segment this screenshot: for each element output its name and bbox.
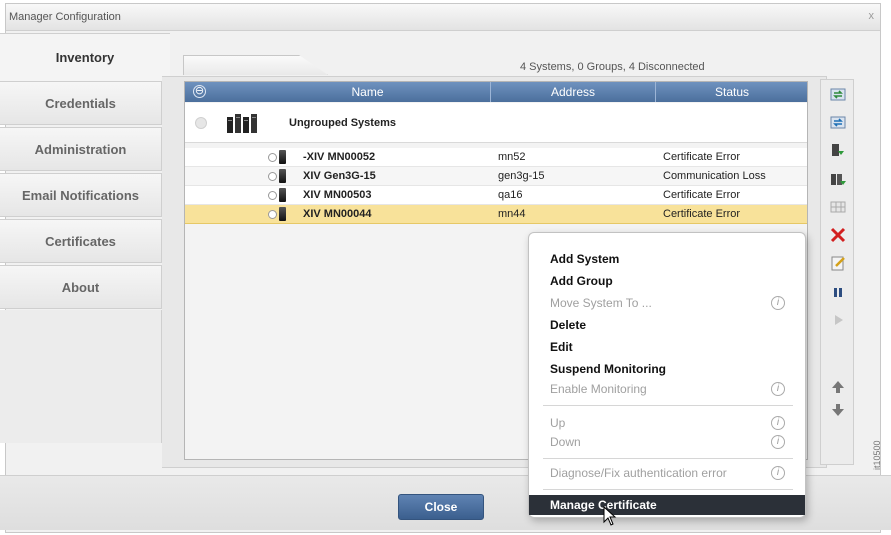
action-toolbar — [820, 79, 854, 465]
menu-item-edit[interactable]: Edit — [529, 337, 805, 357]
menu-item-label: Diagnose/Fix authentication error — [550, 466, 727, 480]
nav-item-certificates[interactable]: Certificates — [0, 219, 162, 263]
menu-item-down: Down i — [529, 432, 805, 452]
collapse-all-icon[interactable]: ⊖ — [193, 85, 206, 98]
group-label: Ungrouped Systems — [289, 117, 396, 129]
menu-item-label: Edit — [550, 340, 573, 354]
row-radio[interactable] — [268, 153, 277, 162]
cell-address: mn44 — [498, 208, 526, 220]
menu-item-diagnose-fix-auth: Diagnose/Fix authentication error i — [529, 463, 805, 483]
group-select-radio[interactable] — [195, 117, 207, 129]
menu-item-label: Enable Monitoring — [550, 382, 647, 396]
info-icon: i — [771, 296, 785, 310]
row-radio[interactable] — [268, 191, 277, 200]
cell-name: XIV MN00503 — [303, 189, 372, 201]
nav-item-inventory[interactable]: Inventory — [0, 33, 170, 81]
cell-status: Certificate Error — [663, 208, 741, 220]
cell-name: -XIV MN00052 — [303, 151, 376, 163]
menu-item-label: Add System — [550, 252, 620, 266]
nav-item-label: Credentials — [45, 95, 116, 111]
refresh-icon[interactable] — [828, 84, 848, 104]
info-icon: i — [771, 466, 785, 480]
table-row[interactable]: XIV MN00503 qa16 Certificate Error — [185, 186, 807, 205]
menu-item-suspend-monitoring[interactable]: Suspend Monitoring — [529, 359, 805, 379]
cell-status: Communication Loss — [663, 170, 766, 182]
storage-system-icon — [279, 188, 286, 202]
menu-separator — [543, 489, 793, 490]
table-header: ⊖ Name Address Status — [185, 82, 807, 102]
info-icon: i — [771, 382, 785, 396]
info-icon: i — [771, 435, 785, 449]
table-row-selected[interactable]: XIV MN00044 mn44 Certificate Error — [185, 205, 807, 224]
cell-name: XIV MN00044 — [303, 208, 372, 220]
up-arrow-icon[interactable] — [828, 377, 848, 397]
menu-item-label: Delete — [550, 318, 587, 332]
server-group-icon — [227, 114, 257, 133]
cell-status: Certificate Error — [663, 151, 741, 163]
table-row[interactable]: XIV Gen3G-15 gen3g-15 Communication Loss — [185, 167, 807, 186]
menu-item-up: Up i — [529, 413, 805, 433]
menu-item-enable-monitoring: Enable Monitoring i — [529, 379, 805, 399]
nav-item-about[interactable]: About — [0, 265, 162, 309]
title-bar: Manager Configuration x — [6, 4, 880, 31]
menu-separator — [543, 405, 793, 406]
menu-item-label: Down — [550, 435, 581, 449]
storage-system-icon — [279, 207, 286, 221]
window-close-button[interactable]: x — [869, 10, 875, 22]
storage-system-icon — [279, 150, 286, 164]
mouse-pointer-icon — [603, 506, 617, 526]
close-button[interactable]: Close — [398, 494, 484, 520]
add-system-icon[interactable] — [828, 140, 848, 160]
nav-item-label: Inventory — [55, 50, 115, 65]
nav-item-credentials[interactable]: Credentials — [0, 81, 162, 125]
nav-item-label: About — [61, 279, 100, 295]
cell-address: qa16 — [498, 189, 523, 201]
nav-item-email-notifications[interactable]: Email Notifications — [0, 173, 162, 217]
table-row[interactable]: -XIV MN00052 mn52 Certificate Error — [185, 148, 807, 167]
inventory-summary: 4 Systems, 0 Groups, 4 Disconnected — [520, 61, 705, 73]
delete-icon[interactable] — [828, 225, 848, 245]
edit-icon[interactable] — [828, 253, 848, 273]
menu-item-add-group[interactable]: Add Group — [529, 271, 805, 291]
cell-name: XIV Gen3G-15 — [303, 170, 376, 182]
nav-item-label: Administration — [34, 141, 127, 157]
grid-icon[interactable] — [828, 197, 848, 217]
sync-icon[interactable] — [828, 112, 848, 132]
menu-item-label: Up — [550, 416, 566, 430]
info-icon: i — [771, 416, 785, 430]
menu-item-add-system[interactable]: Add System — [529, 249, 805, 269]
window-title: Manager Configuration — [9, 11, 121, 23]
row-radio[interactable] — [268, 210, 277, 219]
nav-item-administration[interactable]: Administration — [0, 127, 162, 171]
nav-item-label: Certificates — [45, 233, 116, 249]
column-header-address[interactable]: Address — [491, 85, 655, 99]
menu-item-label: Suspend Monitoring — [550, 362, 666, 376]
menu-item-delete[interactable]: Delete — [529, 315, 805, 335]
menu-item-manage-certificate[interactable]: Manage Certificate — [529, 495, 805, 515]
play-icon[interactable] — [828, 310, 848, 330]
storage-system-icon — [279, 169, 286, 183]
menu-separator — [543, 458, 793, 459]
nav-item-label: Email Notifications — [21, 187, 140, 203]
menu-item-label: Move System To ... — [550, 296, 652, 310]
cell-address: gen3g-15 — [498, 170, 545, 182]
down-arrow-icon[interactable] — [828, 400, 848, 420]
cell-address: mn52 — [498, 151, 526, 163]
nav-filler — [0, 310, 162, 443]
cell-status: Certificate Error — [663, 189, 741, 201]
menu-item-move-system-to: Move System To ... i — [529, 293, 805, 313]
figure-id: it10500 — [872, 440, 882, 470]
pause-icon[interactable] — [828, 282, 848, 302]
menu-item-label: Add Group — [550, 274, 613, 288]
column-header-name[interactable]: Name — [245, 85, 490, 99]
context-menu: Add System Add Group Move System To ... i… — [528, 232, 806, 518]
group-row-ungrouped[interactable]: Ungrouped Systems — [185, 103, 807, 143]
add-group-icon[interactable] — [828, 170, 848, 190]
left-nav: Inventory Credentials Administration Ema… — [0, 33, 170, 443]
row-radio[interactable] — [268, 172, 277, 181]
column-header-status[interactable]: Status — [656, 85, 808, 99]
